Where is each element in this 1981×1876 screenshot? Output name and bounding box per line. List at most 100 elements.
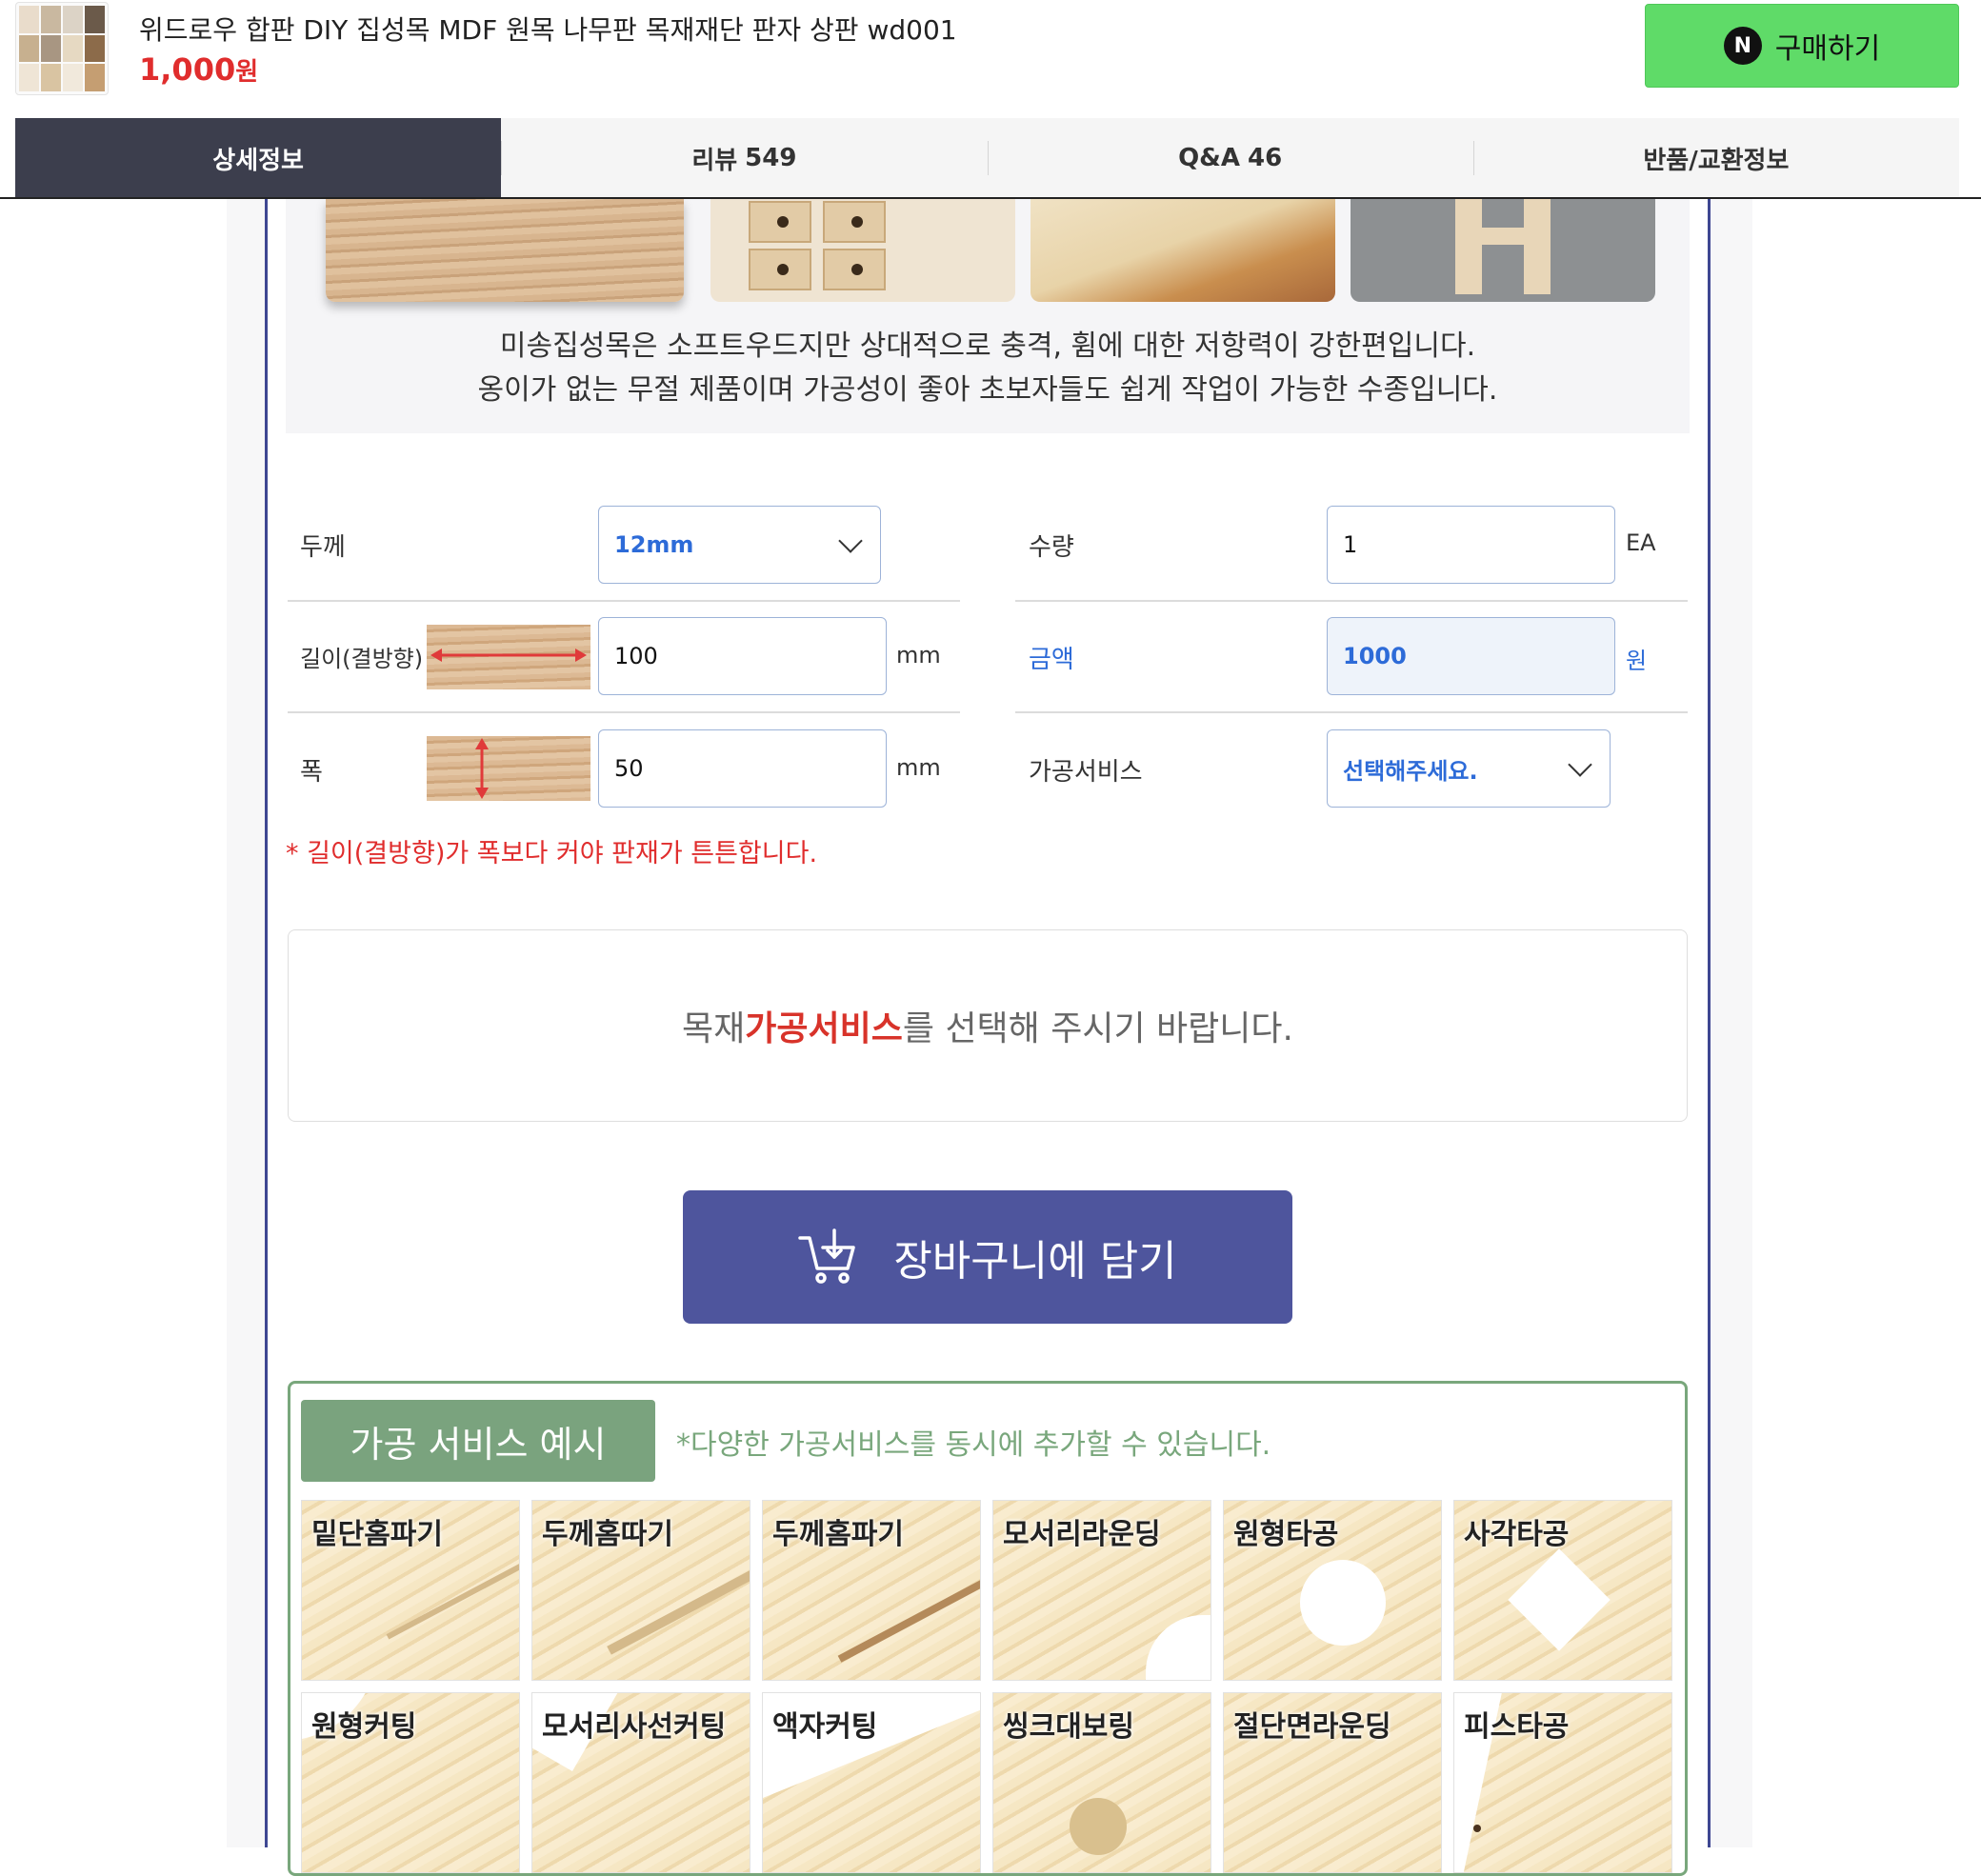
service-card-round-cutting[interactable]: 원형커팅 [301,1692,520,1873]
width-diagram [427,736,590,801]
service-card-frame-cutting[interactable]: 액자커팅 [762,1692,981,1873]
vertical-arrow-icon [475,738,489,799]
message-text: 를 선택해 주시기 바랍니다. [902,1009,1293,1048]
cart-button-label: 장바구니에 담기 [893,1237,1177,1286]
buy-button-label: 구매하기 [1774,32,1881,66]
stool-leg [1455,199,1482,294]
drawer [749,249,811,290]
service-examples-subtitle: *다양한 가공서비스를 동시에 추가할 수 있습니다. [676,1428,1271,1462]
length-input[interactable]: 100 [598,617,887,695]
knob [777,216,789,228]
service-card-edge-rounding[interactable]: 절단면라운딩 [1223,1692,1442,1873]
width-unit: mm [896,754,941,781]
naver-icon: N [1723,27,1762,65]
service-card-label: 두께홈파기 [772,1518,904,1551]
service-card-thickness-groove[interactable]: 두께홈파기 [762,1500,981,1681]
service-card-label: 두께홈따기 [542,1518,673,1551]
service-card-label: 밑단홈파기 [311,1518,443,1551]
wood-board-photo [326,199,684,302]
length-value: 100 [614,643,658,669]
add-to-cart-button[interactable]: 장바구니에 담기 [683,1190,1292,1324]
price-field: 1000 [1327,617,1615,695]
price-unit: 원 [235,58,259,87]
service-card-screw-hole[interactable]: 피스타공 [1453,1692,1672,1873]
service-card-sink-boring[interactable]: 씽크대보링 [992,1692,1211,1873]
service-card-label: 씽크대보링 [1003,1710,1134,1744]
product-price: 1,000원 [139,51,258,88]
buy-button[interactable]: N 구매하기 [1645,4,1959,88]
tab-label: 반품/교환정보 [1643,146,1790,175]
width-value: 50 [614,755,644,782]
divider [288,711,960,713]
width-label: 폭 [300,758,323,787]
cart-icon [798,1228,856,1284]
service-card-round-hole[interactable]: 원형타공 [1223,1500,1442,1681]
chevron-down-icon [1568,752,1592,777]
price-label: 금액 [1029,646,1074,674]
service-card-bottom-groove[interactable]: 밑단홈파기 [301,1500,520,1681]
groove [386,1558,519,1640]
round-hole [1300,1560,1386,1646]
stool-brace [1465,228,1541,245]
stool-leg [1524,199,1551,294]
service-card-label: 원형커팅 [311,1710,417,1744]
quantity-unit: EA [1626,529,1656,556]
length-diagram [427,625,590,689]
chevron-down-icon [838,529,863,553]
knob [851,216,863,228]
drawer [749,201,811,243]
square-hole [1508,1548,1611,1651]
thickness-select[interactable]: 12mm [598,506,881,584]
product-header: 위드로우 합판 DIY 집성목 MDF 원목 나무판 목재재단 판자 상판 wd… [0,0,1981,118]
service-select[interactable]: 선택해주세요. [1327,729,1611,808]
quantity-value: 1 [1343,531,1358,558]
drawer [823,249,886,290]
price-value: 1,000 [139,51,236,88]
groove [607,1566,750,1655]
intro-text: 옹이가 없는 무절 제품이며 가공성이 좋아 초보자들도 쉽게 작업이 가능한 … [477,373,1498,407]
tab-label: 리뷰 [691,146,738,175]
divider [1015,600,1688,602]
message-highlight: 가공서비스 [745,1009,903,1048]
width-input[interactable]: 50 [598,729,887,808]
divider [1015,711,1688,713]
thickness-label: 두께 [300,533,346,562]
tab-reviews[interactable]: 리뷰 549 [501,118,987,198]
thickness-value: 12mm [614,531,694,558]
service-card-bevel-cutting[interactable]: 모서리사선커팅 [531,1692,750,1873]
tab-count: 46 [1247,144,1283,172]
size-notice: * 길이(결방향)가 폭보다 커야 판재가 튼튼합니다. [286,839,818,868]
boring-hole [1070,1798,1127,1855]
tab-return-info[interactable]: 반품/교환정보 [1472,118,1959,198]
tab-label: 상세정보 [212,146,304,175]
service-card-corner-rounding[interactable]: 모서리라운딩 [992,1500,1211,1681]
service-card-square-hole[interactable]: 사각타공 [1453,1500,1672,1681]
drawer-cabinet-photo [710,199,1015,302]
divider [288,600,960,602]
knob [851,264,863,275]
message-text: 목재 [682,1009,746,1048]
price-field-unit: 원 [1626,648,1648,674]
product-title: 위드로우 합판 DIY 집성목 MDF 원목 나무판 목재재단 판자 상판 wd… [139,14,957,46]
rounded-corner [1146,1615,1211,1680]
knob [777,264,789,275]
tab-qna[interactable]: Q&A 46 [987,118,1473,198]
quantity-label: 수량 [1029,533,1074,562]
service-card-label: 피스타공 [1464,1710,1570,1744]
product-thumbnail[interactable] [15,2,109,95]
length-label: 길이(결방향) [300,646,424,672]
tab-label: Q&A [1178,144,1240,172]
service-card-label: 액자커팅 [772,1710,878,1744]
price-field-value: 1000 [1343,643,1407,669]
service-card-label: 모서리라운딩 [1003,1518,1161,1551]
service-message-box: 목재 가공서비스 를 선택해 주시기 바랍니다. [288,929,1688,1122]
service-card-thickness-rabbet[interactable]: 두께홈따기 [531,1500,750,1681]
service-examples-title: 가공 서비스 예시 [301,1400,655,1482]
drawer [823,201,886,243]
horizontal-arrow-icon [430,649,587,662]
screw-hole [1473,1825,1481,1832]
quantity-input[interactable]: 1 [1327,506,1615,584]
service-card-label: 모서리사선커팅 [542,1710,727,1744]
tab-detail-info[interactable]: 상세정보 [15,118,502,198]
service-placeholder: 선택해주세요. [1343,757,1478,785]
